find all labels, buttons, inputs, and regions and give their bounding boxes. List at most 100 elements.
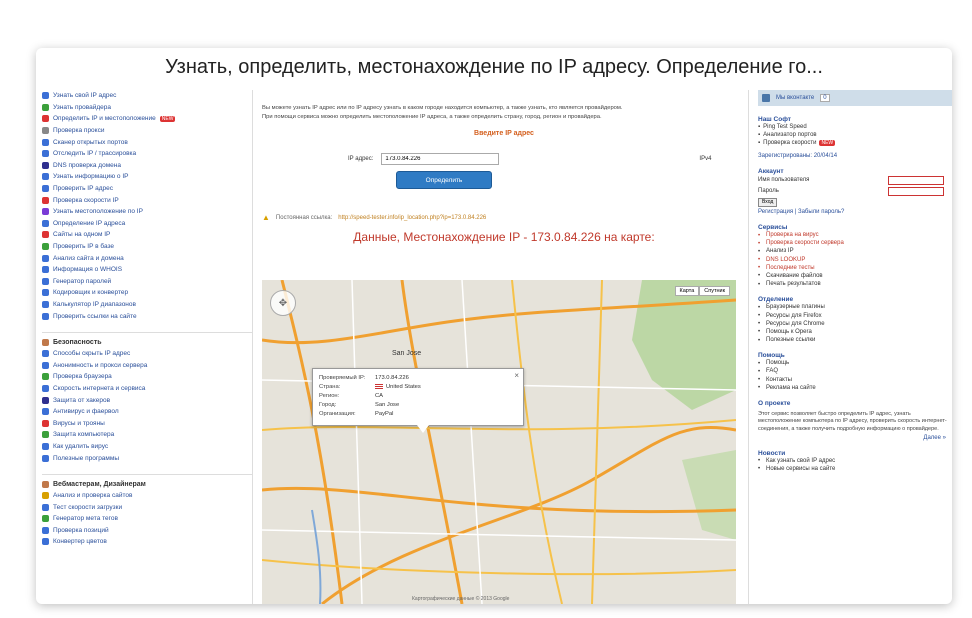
close-icon[interactable]: ×	[514, 371, 519, 380]
register-links[interactable]: Регистрация | Забыли пароль?	[758, 208, 952, 216]
google-map[interactable]: ✥ Карта Спутник San Jose × Проверяемый I…	[262, 280, 736, 604]
sidebar-item[interactable]: Анонимность и прокси сервера	[42, 359, 252, 371]
sidebar-item[interactable]: Проверка прокси	[42, 125, 252, 137]
sidebar-item[interactable]: Проверить ссылки на сайте	[42, 310, 252, 322]
sidebar-item[interactable]: Узнать информацию о IP	[42, 171, 252, 183]
partners-item[interactable]: • Полезные ссылки	[758, 336, 952, 344]
menu-icon	[42, 161, 49, 169]
help-item[interactable]: • Контакты	[758, 376, 952, 384]
soft-item[interactable]: ▪ Проверка скорости NEW	[758, 139, 952, 147]
sidebar-item[interactable]: Генератор мета тегов	[42, 513, 252, 525]
bullet-icon: •	[758, 313, 761, 320]
sidebar-item-label: Проверка браузера	[53, 373, 112, 381]
sidebar-item-label: Узнать провайдера	[53, 103, 111, 111]
screenshot-frame: Узнать, определить, местонахождение по I…	[36, 48, 952, 604]
login-button[interactable]: Вход	[758, 197, 778, 207]
menu-icon	[42, 503, 49, 511]
sidebar-item[interactable]: Антивирус и фаервол	[42, 406, 252, 418]
menu-icon	[42, 173, 49, 181]
menu-icon	[42, 127, 49, 135]
soft-item[interactable]: ▪ Ping Test Speed	[758, 123, 952, 131]
menu-icon	[42, 384, 49, 392]
sidebar-item[interactable]: Генератор паролей	[42, 276, 252, 288]
sidebar-item-label: Генератор паролей	[53, 277, 112, 285]
user-icon	[42, 338, 49, 346]
menu-icon	[42, 300, 49, 308]
sidebar-item[interactable]: Определить IP и местоположение NEW	[42, 113, 252, 125]
sidebar-item-label: Скорость интернета и сервиса	[53, 384, 146, 392]
sidebar-item-label: Анализ и проверка сайтов	[53, 492, 133, 500]
sidebar-item[interactable]: Тест скорости загрузки	[42, 501, 252, 513]
more-link[interactable]: Далее »	[758, 433, 952, 441]
partners-item[interactable]: • Ресурсы для Chrome	[758, 320, 952, 328]
sidebar-item[interactable]: Проверить IP в базе	[42, 241, 252, 253]
sidebar-item[interactable]: Защита от хакеров	[42, 394, 252, 406]
services-item[interactable]: • Проверка скорости сервера	[758, 239, 952, 247]
map-type-switch: Карта Спутник	[674, 286, 730, 296]
map-type-satellite-button[interactable]: Спутник	[699, 286, 730, 296]
sidebar-item[interactable]: Анализ сайта и домена	[42, 252, 252, 264]
partners-item[interactable]: • Помощь к Opera	[758, 328, 952, 336]
sidebar-item[interactable]: Информация о WHOIS	[42, 264, 252, 276]
menu-icon	[42, 442, 49, 450]
sidebar-item[interactable]: Как удалить вирус	[42, 441, 252, 453]
submit-button[interactable]: Определить	[396, 171, 492, 189]
sidebar-item[interactable]: Проверка браузера	[42, 371, 252, 383]
sidebar-item-label: Определение IP адреса	[53, 219, 126, 227]
sidebar-item-label: Как удалить вирус	[53, 442, 109, 450]
services-item[interactable]: • Проверка на вирус	[758, 231, 952, 239]
services-item[interactable]: • Анализ IP	[758, 247, 952, 255]
sidebar-item[interactable]: Защита компьютера	[42, 429, 252, 441]
map-type-map-button[interactable]: Карта	[674, 286, 700, 296]
news-item[interactable]: • Новые сервисы на сайте	[758, 465, 952, 473]
services-item[interactable]: • DNS LOOKUP	[758, 256, 952, 264]
sidebar-item[interactable]: Проверка скорости IP	[42, 194, 252, 206]
menu-icon	[42, 361, 49, 369]
sidebar-item[interactable]: Скорость интернета и сервиса	[42, 383, 252, 395]
sidebar-item[interactable]: Способы скрыть IP адрес	[42, 348, 252, 360]
menu-icon	[42, 408, 49, 416]
sidebar-item[interactable]: Сайты на одном IP	[42, 229, 252, 241]
sidebar-item[interactable]: Определение IP адреса	[42, 218, 252, 230]
sidebar-item-label: Сканер открытых портов	[53, 138, 128, 146]
partners-item[interactable]: • Ресурсы для Firefox	[758, 311, 952, 320]
password-input[interactable]	[888, 186, 944, 196]
bullet-icon: •	[758, 257, 761, 264]
sidebar-item[interactable]: Конвертер цветов	[42, 536, 252, 548]
ip-input[interactable]	[381, 153, 500, 165]
bullet-icon: •	[758, 304, 761, 311]
sidebar-item[interactable]: Анализ и проверка сайтов	[42, 490, 252, 502]
sidebar-item[interactable]: Проверить IP адрес	[42, 183, 252, 195]
sidebar-item-label: Антивирус и фаервол	[53, 408, 119, 416]
news-item[interactable]: • Как узнать свой IP адрес	[758, 457, 952, 465]
sidebar-item[interactable]: Отследить IP / трассировка	[42, 148, 252, 160]
menu-icon	[42, 431, 49, 439]
sidebar-item[interactable]: Вирусы и трояны	[42, 417, 252, 429]
sidebar-item[interactable]: Кодировщик и конвертер	[42, 287, 252, 299]
sidebar-item[interactable]: Узнать свой IP адрес	[42, 90, 252, 102]
sidebar-item[interactable]: Полезные программы	[42, 452, 252, 464]
permalink-url[interactable]: http://speed-tester.info/ip_location.php…	[338, 215, 486, 221]
sidebar-item[interactable]: Проверка позиций	[42, 525, 252, 537]
sidebar-item[interactable]: Калькулятор IP диапазонов	[42, 299, 252, 311]
map-pan-control[interactable]: ✥	[270, 290, 296, 316]
help-item[interactable]: • FAQ	[758, 367, 952, 375]
partners-list: • Браузерные плагины • Ресурсы для Firefox •…	[758, 303, 952, 344]
sidebar-item[interactable]: Узнать провайдера	[42, 102, 252, 114]
login-input[interactable]	[888, 175, 944, 185]
help-item[interactable]: • Реклама на сайте	[758, 384, 952, 392]
ip-version-label: IPv4	[699, 156, 712, 162]
social-bar[interactable]: Мы вконтакте 0	[758, 90, 952, 106]
registered-text: Зарегистрированы: 20/04/14	[758, 152, 838, 159]
services-item[interactable]: • Печать результатов	[758, 280, 952, 288]
services-item[interactable]: • Скачивание файлов	[758, 272, 952, 280]
sidebar-item[interactable]: DNS проверка домена	[42, 160, 252, 172]
partners-item[interactable]: • Браузерные плагины	[758, 303, 952, 311]
sidebar-item[interactable]: Сканер открытых портов	[42, 136, 252, 148]
help-item[interactable]: • Помощь	[758, 359, 952, 367]
popup-row: Организация: PayPal	[319, 410, 394, 417]
soft-item[interactable]: ▪ Анализатор портов	[758, 131, 952, 139]
services-item[interactable]: • Последние тесты	[758, 264, 952, 272]
popup-row: Проверяемый IP: 173.0.84.226	[319, 374, 409, 381]
sidebar-item[interactable]: Узнать местоположение по IP	[42, 206, 252, 218]
